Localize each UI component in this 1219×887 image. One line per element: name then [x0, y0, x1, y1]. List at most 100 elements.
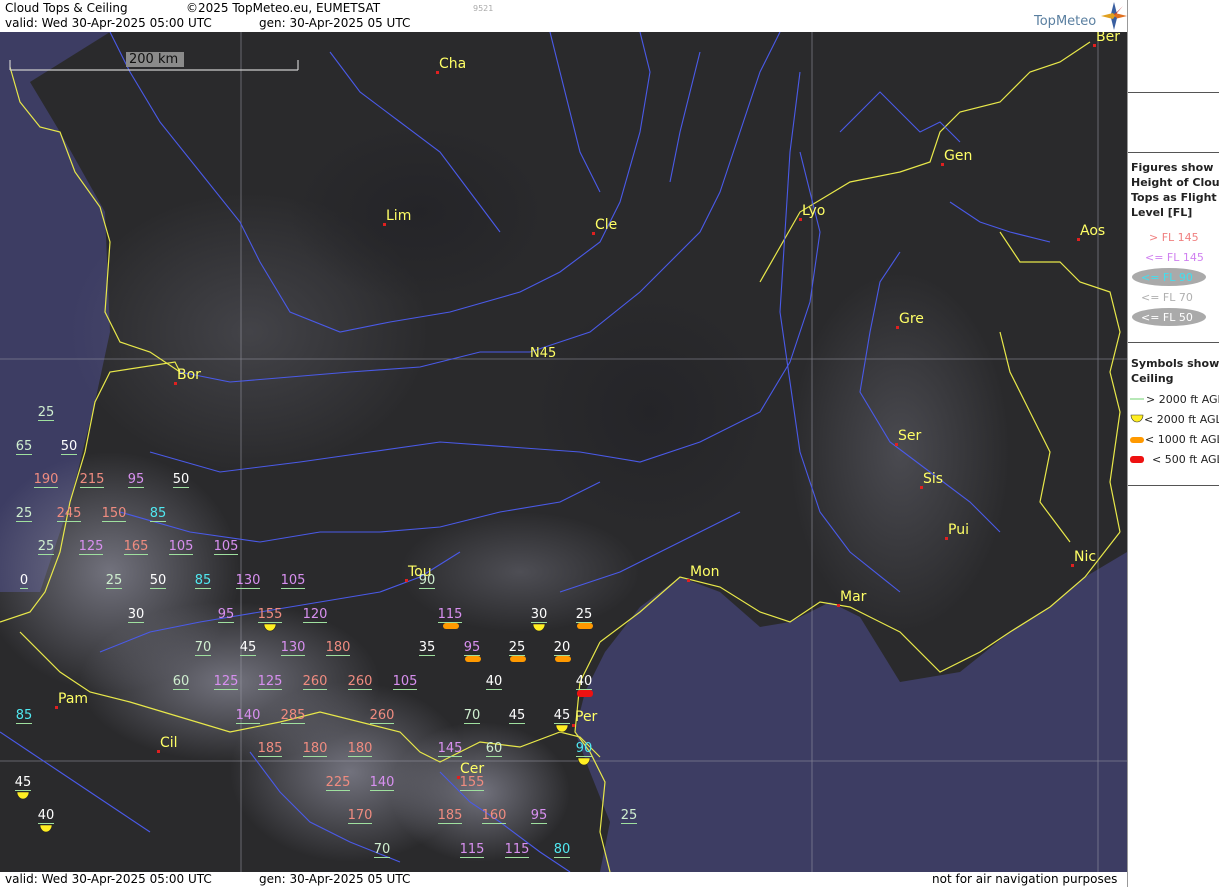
- cloud-top-label: 115: [430, 607, 470, 623]
- cloud-top-label: 70: [362, 842, 402, 858]
- brand-logo-text: TopMeteo: [1034, 14, 1097, 29]
- cloud-top-label: 25: [497, 640, 537, 656]
- legend-symbols-title: Ceiling: [1131, 372, 1174, 385]
- legend-ceiling-500: < 500 ft AGL: [1152, 453, 1219, 466]
- cloud-top-value: 50: [149, 573, 167, 589]
- cloud-top-value: 45: [14, 775, 32, 791]
- cloud-top-label: 30: [116, 607, 156, 623]
- cloud-top-label: 90: [407, 573, 447, 589]
- cloud-top-label: 40: [474, 674, 514, 690]
- cloud-top-value: 70: [463, 708, 481, 724]
- cloud-top-label: 35: [407, 640, 447, 656]
- cloud-top-label: 125: [71, 539, 111, 555]
- legend-fl-gt145: > FL 145: [1149, 231, 1199, 244]
- legend-ceiling-high: > 2000 ft AGL: [1146, 393, 1219, 406]
- cloud-top-label: 25: [94, 573, 134, 589]
- cloud-top-value: 125: [257, 674, 283, 690]
- cloud-top-value: 35: [418, 640, 436, 656]
- cloud-top-value: 25: [15, 506, 33, 522]
- cloud-top-label: 180: [318, 640, 358, 656]
- cloud-top-value: 65: [15, 439, 33, 455]
- cloud-top-value: 45: [239, 640, 257, 656]
- valid-time: valid: Wed 30-Apr-2025 05:00 UTC: [5, 16, 212, 30]
- cloud-top-value: 45: [553, 708, 571, 724]
- cloud-top-value: 260: [347, 674, 373, 690]
- cloud-top-label: 120: [295, 607, 335, 623]
- cloud-top-value: 95: [127, 472, 145, 488]
- cloud-top-value: 60: [485, 741, 503, 757]
- cloud-top-value: 260: [302, 674, 328, 690]
- city-label: Nic: [1074, 549, 1097, 565]
- city-label: Aos: [1080, 223, 1106, 239]
- cloud-top-label: 215: [72, 472, 112, 488]
- cloud-top-value: 0: [19, 573, 29, 589]
- footer-disclaimer: not for air navigation purposes: [932, 872, 1118, 886]
- legend-symbols-title: Symbols show: [1131, 357, 1219, 370]
- cloud-top-value: 245: [56, 506, 82, 522]
- cloud-top-value: 165: [123, 539, 149, 555]
- legend-panel: Figures show Height of Cloud Tops as Fli…: [1127, 0, 1219, 887]
- cloud-top-value: 25: [620, 808, 638, 824]
- cloud-top-value: 260: [369, 708, 395, 724]
- cloud-top-value: 145: [437, 741, 463, 757]
- copyright-text: ©2025 TopMeteo.eu, EUMETSAT: [186, 1, 381, 15]
- cloud-top-value: 120: [302, 607, 328, 623]
- cloud-top-label: 115: [452, 842, 492, 858]
- cloud-top-value: 225: [325, 775, 351, 791]
- ceiling-high-icon: [1130, 398, 1144, 400]
- cloud-top-label: 95: [519, 808, 559, 824]
- footer-valid-time: valid: Wed 30-Apr-2025 05:00 UTC: [5, 872, 212, 886]
- cloud-top-value: 25: [575, 607, 593, 623]
- latitude-label: N45: [530, 346, 557, 361]
- cloud-top-value: 155: [257, 607, 283, 623]
- cloud-top-label: 105: [273, 573, 313, 589]
- cloud-top-value: 85: [149, 506, 167, 522]
- cloud-top-value: 105: [213, 539, 239, 555]
- cloud-top-label: 185: [430, 808, 470, 824]
- cloud-top-value: 80: [553, 842, 571, 858]
- cloud-top-label: 20: [542, 640, 582, 656]
- city-label: Ber: [1096, 32, 1120, 45]
- cloud-top-value: 40: [575, 674, 593, 690]
- city-label: Lyo: [802, 203, 826, 219]
- cloud-top-label: 115: [497, 842, 537, 858]
- satellite-map[interactable]: 200 km N45 Cha Ber Gen Lim Cle Lyo Aos Gre Bor Se…: [0, 32, 1127, 872]
- legend-divider: [1128, 342, 1219, 343]
- cloud-top-value: 95: [463, 640, 481, 656]
- cloud-top-value: 115: [437, 607, 463, 623]
- ceiling-1000-icon: [1130, 437, 1144, 443]
- cloud-top-label: 260: [340, 674, 380, 690]
- cloud-top-label: 95: [206, 607, 246, 623]
- cloud-top-label: 155: [452, 775, 492, 791]
- cloud-top-label: 60: [474, 741, 514, 757]
- cloud-top-label: 125: [250, 674, 290, 690]
- cloud-top-label: 140: [228, 708, 268, 724]
- cloud-top-label: 105: [206, 539, 246, 555]
- cloud-top-label: 90: [564, 741, 604, 757]
- cloud-top-value: 115: [504, 842, 530, 858]
- cloud-top-value: 130: [280, 640, 306, 656]
- cloud-top-label: 25: [26, 405, 66, 421]
- cloud-top-value: 25: [508, 640, 526, 656]
- cloud-top-value: 25: [37, 405, 55, 421]
- cloud-top-label: 165: [116, 539, 156, 555]
- cloud-top-label: 85: [138, 506, 178, 522]
- cloud-top-value: 185: [257, 741, 283, 757]
- cloud-top-value: 180: [302, 741, 328, 757]
- cloud-top-label: 25: [4, 506, 44, 522]
- city-label: Sis: [923, 471, 944, 487]
- cloud-top-label: 180: [340, 741, 380, 757]
- cloud-top-label: 0: [4, 573, 44, 589]
- cloud-top-label: 95: [116, 472, 156, 488]
- cloud-top-value: 30: [127, 607, 145, 623]
- cloud-top-value: 70: [194, 640, 212, 656]
- cloud-top-value: 70: [373, 842, 391, 858]
- cloud-top-value: 90: [418, 573, 436, 589]
- cloud-top-label: 260: [295, 674, 335, 690]
- cloud-top-label: 45: [3, 775, 43, 791]
- legend-fl-le70: <= FL 70: [1141, 291, 1193, 304]
- cloud-top-value: 105: [280, 573, 306, 589]
- cloud-top-value: 45: [508, 708, 526, 724]
- cloud-top-label: 50: [161, 472, 201, 488]
- cloud-top-label: 50: [138, 573, 178, 589]
